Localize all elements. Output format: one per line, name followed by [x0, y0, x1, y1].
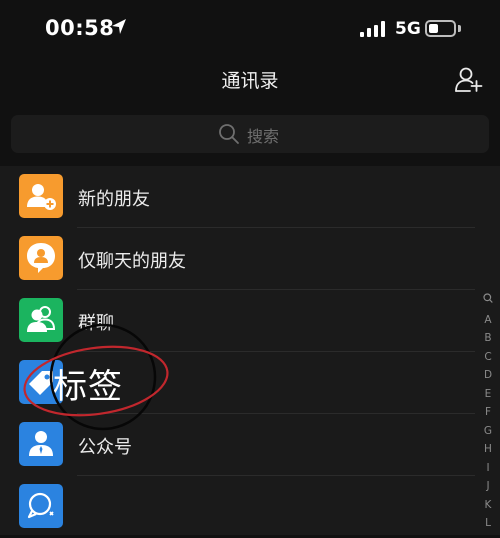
index-letter-g[interactable]: G — [478, 422, 498, 441]
index-letter-b[interactable]: B — [478, 329, 498, 348]
list-item-label: 公众号 — [78, 437, 132, 458]
add-contact-icon[interactable] — [455, 67, 483, 93]
battery-icon — [425, 20, 456, 37]
index-letter-l[interactable]: L — [478, 514, 498, 533]
index-letter-c[interactable]: C — [478, 348, 498, 367]
index-letter-i[interactable]: I — [478, 459, 498, 478]
signal-bars-icon — [360, 21, 385, 37]
index-letter-a[interactable]: A — [478, 311, 498, 330]
add-friend-icon — [19, 174, 63, 218]
status-bar: 00:58 5G — [0, 0, 500, 62]
index-letter-e[interactable]: E — [478, 385, 498, 404]
status-time: 00:58 — [45, 16, 115, 40]
index-search-icon[interactable] — [478, 292, 498, 311]
list-item-label: 仅聊天的朋友 — [78, 251, 186, 272]
network-type: 5G — [395, 19, 421, 39]
battery-cap — [458, 25, 461, 32]
location-arrow-icon — [112, 19, 126, 34]
chat-only-friend-icon — [19, 236, 63, 280]
battery-level — [429, 24, 438, 33]
search-placeholder: 搜索 — [247, 127, 280, 146]
magnified-label: 标签 — [53, 367, 123, 407]
index-letter-j[interactable]: J — [478, 477, 498, 496]
alphabet-index[interactable]: ABCDEFGHIJKL — [478, 292, 498, 533]
list-item-service-accounts[interactable] — [0, 476, 475, 538]
index-letter-k[interactable]: K — [478, 496, 498, 515]
index-letter-h[interactable]: H — [478, 440, 498, 459]
page-title: 通讯录 — [221, 70, 279, 92]
service-account-icon — [19, 484, 63, 528]
index-letter-d[interactable]: D — [478, 366, 498, 385]
list-item-new-friends[interactable]: 新的朋友 — [0, 166, 475, 228]
search-icon — [219, 124, 239, 144]
list-item-label: 新的朋友 — [78, 189, 150, 210]
index-letter-f[interactable]: F — [478, 403, 498, 422]
list-item-chat-only-friends[interactable]: 仅聊天的朋友 — [0, 228, 475, 290]
